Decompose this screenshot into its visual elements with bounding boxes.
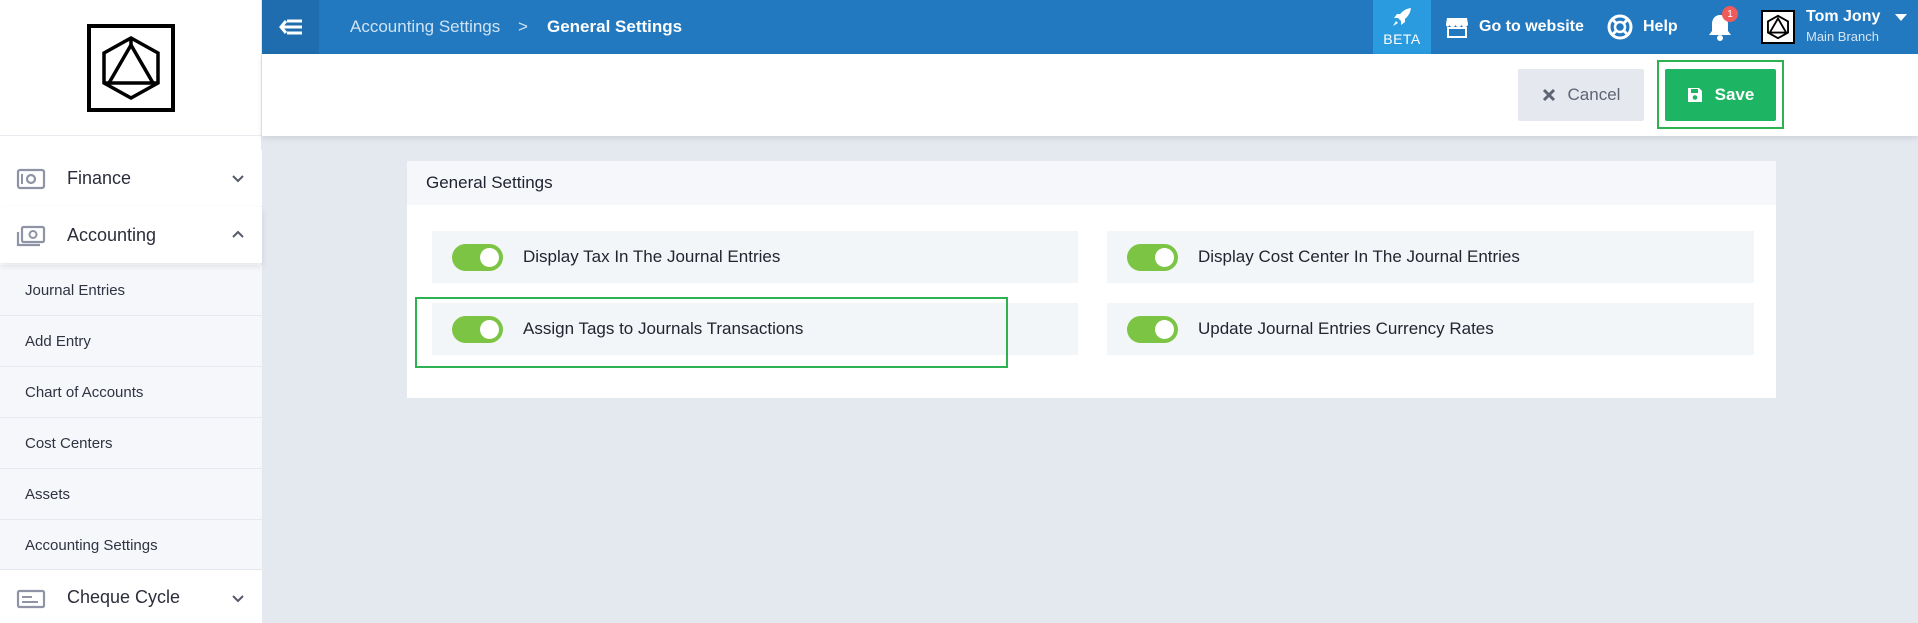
assign-tags-highlight-box [415, 297, 1008, 368]
sidebar-item-accounting-settings[interactable]: Accounting Settings [0, 520, 262, 571]
card-title: General Settings [407, 161, 1776, 205]
main-content: General Settings Display Tax In The Jour… [262, 136, 1918, 623]
sidebar-item-cost-centers[interactable]: Cost Centers [0, 418, 262, 469]
rocket-icon [1393, 8, 1411, 26]
user-branch: Main Branch [1806, 29, 1879, 44]
setting-label: Display Tax In The Journal Entries [523, 247, 781, 266]
action-bar: Cancel Save [262, 54, 1918, 136]
chevron-down-icon [232, 595, 244, 603]
safe-icon [16, 168, 46, 190]
setting-display-tax: Display Tax In The Journal Entries [432, 231, 1078, 283]
sidebar-item-chart-of-accounts[interactable]: Chart of Accounts [0, 367, 262, 418]
save-button[interactable]: Save [1665, 69, 1776, 121]
user-logo-icon [1767, 14, 1789, 40]
cancel-label: Cancel [1567, 85, 1621, 104]
arrow-left-menu-icon [278, 19, 302, 35]
setting-display-cost-center: Display Cost Center In The Journal Entri… [1107, 231, 1754, 283]
floppy-disk-icon [1687, 88, 1702, 102]
top-navbar: Accounting Settings > General Settings B… [262, 0, 1918, 54]
close-icon [1542, 88, 1555, 102]
setting-update-currency-rates: Update Journal Entries Currency Rates [1107, 303, 1754, 355]
money-icon [16, 225, 46, 247]
sidebar-section-finance[interactable]: Finance [0, 150, 262, 206]
toggle-update-currency-rates[interactable] [1127, 316, 1178, 343]
sidebar: Finance Accounting Journal Entries Add E… [0, 0, 262, 623]
caret-down-icon[interactable] [1895, 14, 1907, 22]
sidebar-section-accounting[interactable]: Accounting [0, 207, 262, 263]
setting-label: Display Cost Center In The Journal Entri… [1198, 247, 1520, 266]
sidebar-item-assets[interactable]: Assets [0, 469, 262, 520]
sidebar-section-label: Cheque Cycle [67, 587, 181, 607]
setting-label: Update Journal Entries Currency Rates [1198, 319, 1494, 338]
chevron-down-icon [232, 175, 244, 183]
avatar[interactable] [1761, 10, 1795, 44]
breadcrumb-accounting-settings[interactable]: Accounting Settings [350, 0, 500, 54]
chevron-up-icon [232, 230, 244, 238]
store-icon [1446, 18, 1468, 38]
toggle-display-cost-center[interactable] [1127, 244, 1178, 271]
save-label: Save [1714, 85, 1755, 104]
sidebar-toggle-button[interactable] [262, 0, 319, 54]
help-label: Help [1643, 18, 1678, 35]
beta-button[interactable]: BETA [1373, 0, 1431, 54]
help-link[interactable]: Help [1607, 0, 1678, 54]
toggle-display-tax[interactable] [452, 244, 503, 271]
notification-badge: 1 [1722, 6, 1738, 22]
breadcrumb-separator: > [518, 17, 528, 36]
go-to-website-link[interactable]: Go to website [1445, 0, 1584, 54]
company-logo[interactable] [86, 23, 175, 112]
sidebar-section-label: Accounting [67, 224, 157, 245]
user-name[interactable]: Tom Jony [1806, 8, 1880, 26]
logo-area [0, 0, 261, 136]
cancel-button[interactable]: Cancel [1518, 69, 1644, 121]
sidebar-section-label: Finance [67, 167, 132, 188]
sidebar-section-cheque-cycle[interactable]: Cheque Cycle [0, 569, 262, 623]
breadcrumb-general-settings: General Settings [547, 17, 683, 36]
beta-label: BETA [1383, 31, 1421, 47]
go-to-website-label: Go to website [1479, 18, 1584, 35]
sidebar-item-add-entry[interactable]: Add Entry [0, 316, 262, 367]
lifebuoy-icon [1607, 14, 1633, 40]
accounting-submenu: Journal Entries Add Entry Chart of Accou… [0, 265, 262, 569]
sidebar-item-journal-entries[interactable]: Journal Entries [0, 265, 262, 316]
cheque-icon [16, 589, 46, 609]
